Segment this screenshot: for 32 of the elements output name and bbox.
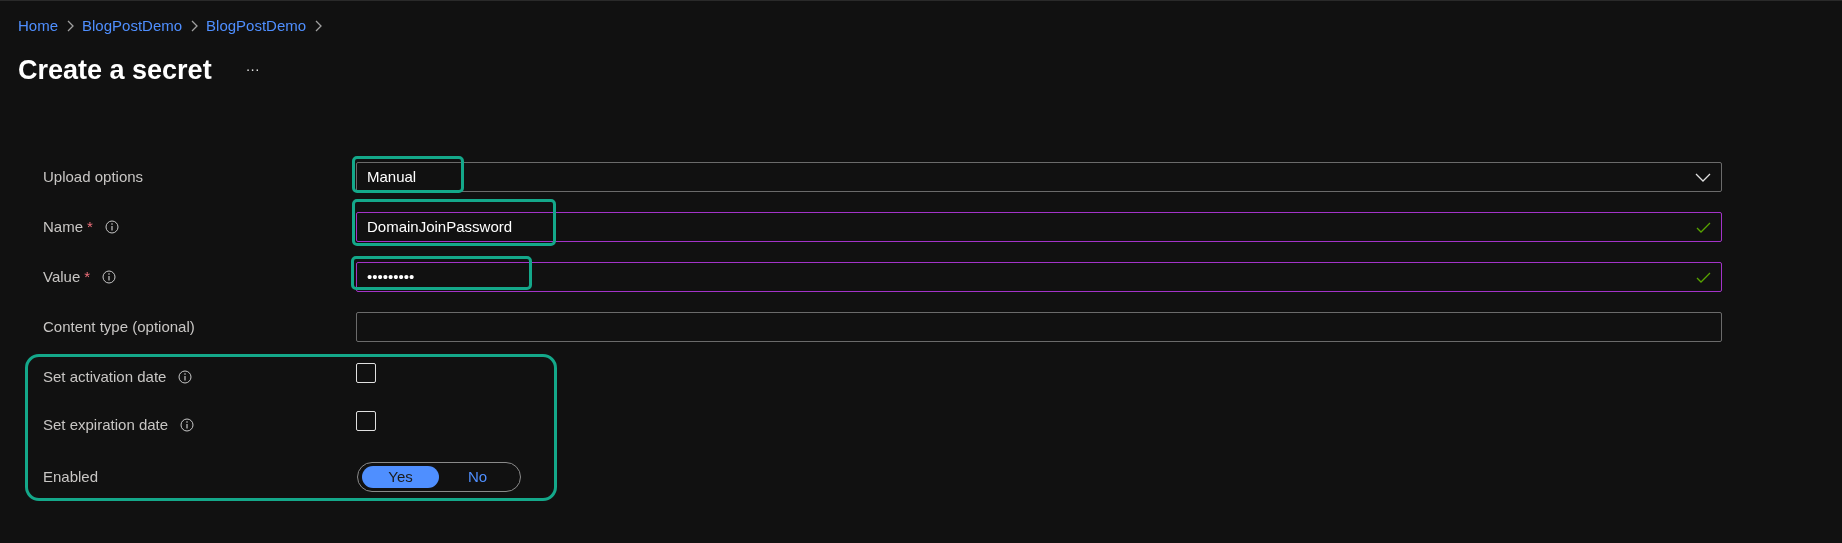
field-label: Name	[43, 216, 83, 237]
page-title: Create a secret	[18, 53, 212, 87]
dropdown[interactable]: Manual	[356, 162, 1722, 192]
required-mark: *	[87, 216, 93, 237]
field-label: Upload options	[43, 166, 144, 187]
chevron-down-icon	[1695, 172, 1711, 182]
field-label: Set activation date	[43, 366, 167, 387]
info-icon	[102, 270, 117, 284]
checkbox[interactable]	[356, 363, 376, 383]
input-field[interactable]: •••••••••	[356, 262, 1722, 292]
checkmark-icon	[1696, 271, 1711, 283]
more-button[interactable]: ···	[241, 59, 264, 81]
breadcrumb-link[interactable]: BlogPostDemo	[82, 15, 183, 38]
toggle-option[interactable]: Yes	[362, 466, 439, 488]
chevron-right-icon	[314, 20, 323, 33]
info-icon	[178, 370, 193, 384]
field-label: Value	[43, 266, 81, 287]
breadcrumb-link[interactable]: BlogPostDemo	[206, 15, 307, 38]
info-icon	[180, 418, 195, 432]
toggle-option[interactable]: No	[439, 466, 516, 488]
breadcrumb-link[interactable]: Home	[18, 15, 58, 38]
input-field[interactable]: DomainJoinPassword	[356, 212, 1722, 242]
required-mark: *	[84, 266, 91, 287]
input-field[interactable]	[356, 312, 1722, 342]
info-icon	[104, 220, 119, 234]
field-label: Enabled	[43, 466, 99, 487]
chevron-right-icon	[66, 20, 74, 33]
field-label: Set expiration date	[43, 414, 169, 435]
checkbox[interactable]	[356, 411, 376, 431]
checkmark-icon	[1696, 221, 1711, 233]
field-label: Content type (optional)	[43, 316, 195, 337]
chevron-right-icon	[190, 20, 199, 33]
